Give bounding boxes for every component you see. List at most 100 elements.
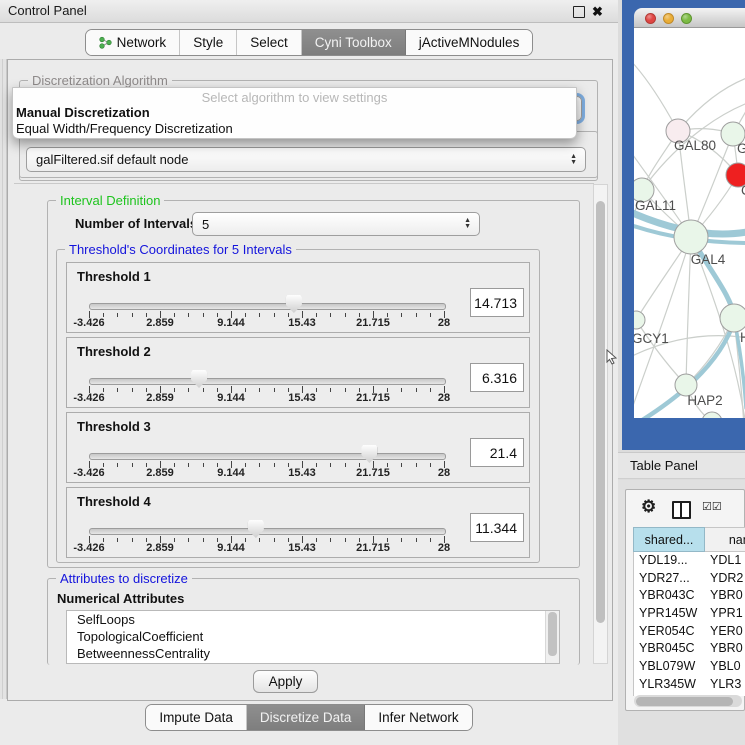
attribute-item[interactable]: BetweennessCentrality [67,645,559,662]
scrollbar-thumb[interactable] [596,201,605,623]
apply-button[interactable]: Apply [253,670,318,693]
slider-tick-label: -3.426 [73,542,104,554]
table-data-select[interactable]: galFiltered.sif default node ▲▼ [26,147,586,172]
bottom-tab-infer-network[interactable]: Infer Network [365,705,471,730]
tab-network[interactable]: Network [86,30,181,55]
table-horizontal-scrollbar[interactable] [634,695,742,707]
close-traffic-light[interactable] [645,13,656,24]
cell-shared-name[interactable]: YDL19... [639,552,688,570]
panel-grip[interactable] [0,59,7,699]
minimize-traffic-light[interactable] [663,13,674,24]
tab-label: Cyni Toolbox [315,35,392,50]
slider-tick [345,388,346,392]
slider-tick [174,463,175,467]
tab-jactivemnodules[interactable]: jActiveMNodules [406,30,533,55]
select-columns-icon[interactable]: ☑☑ [702,500,722,513]
cell-name[interactable]: YDR2 [710,570,743,588]
cell-shared-name[interactable]: YBR045C [639,640,695,658]
slider-tick [188,538,189,542]
attribute-item[interactable]: TopologicalCoefficient [67,628,559,645]
cell-shared-name[interactable]: YLR345W [639,676,696,694]
gear-icon[interactable]: ⚙ [641,497,656,517]
cell-shared-name[interactable]: YBR043C [639,587,695,605]
slider-thumb[interactable] [248,520,264,538]
slider-tick [259,313,260,317]
num-intervals-select[interactable]: 5 ▲▼ [192,212,480,236]
columns-icon[interactable] [672,501,691,519]
cell-shared-name[interactable]: YPR145W [639,605,697,623]
cell-name[interactable]: YLR3 [710,676,741,694]
slider-track[interactable] [89,453,446,460]
slider-track[interactable] [89,528,446,535]
cell-name[interactable]: YBL0 [710,658,741,676]
table-row[interactable]: YBR043C YBR0 [634,587,745,605]
table-row[interactable]: YPR145W YPR1 [634,605,745,623]
column-header-name[interactable]: name [705,527,745,552]
slider-tick [259,463,260,467]
network-node[interactable] [720,304,745,332]
cell-name[interactable]: YBR0 [710,587,743,605]
network-node[interactable] [634,311,645,329]
threshold-value-field[interactable]: 6.316 [470,363,524,392]
network-view[interactable]: GAL80GCGAL11GAL4GCY1HHAP2 [634,28,745,418]
bottom-tab-impute-data[interactable]: Impute Data [146,705,247,730]
tab-label: Impute Data [159,710,233,725]
slider-thumb[interactable] [286,295,302,313]
table-row[interactable]: YER054C YER0 [634,623,745,641]
table-row[interactable]: YDR27... YDR2 [634,570,745,588]
scrollbar-thumb[interactable] [636,697,733,706]
float-window-icon[interactable] [573,6,585,18]
cell-shared-name[interactable]: YER054C [639,623,695,641]
slider-track[interactable] [89,303,446,310]
threshold-value-field[interactable]: 21.4 [470,438,524,467]
slider-tick [401,313,402,317]
cell-name[interactable]: YDL1 [710,552,741,570]
slider-tick [274,538,275,542]
threshold-panel-4: Threshold 4-3.4262.8599.14415.4321.71528… [66,487,530,558]
cell-name[interactable]: YER0 [710,623,743,641]
slider-track[interactable] [89,378,446,385]
slider-tick [245,388,246,392]
tab-style[interactable]: Style [180,30,237,55]
attribute-item[interactable]: SelfLoops [67,611,559,628]
numerical-attributes-list[interactable]: SelfLoopsTopologicalCoefficientBetweenne… [66,610,560,664]
cell-name[interactable]: YBR0 [710,640,743,658]
table-row[interactable]: YDL19... YDL1 [634,552,745,570]
node-table-panel: ⚙ ☑☑ shared... name YDL19...YDL1YDR27...… [625,489,745,711]
slider-tick [430,388,431,392]
tab-select[interactable]: Select [237,30,302,55]
bottom-tab-discretize-data[interactable]: Discretize Data [247,705,366,730]
network-node[interactable] [674,220,708,254]
network-window-frame[interactable]: GAL80GCGAL11GAL4GCY1HHAP2 [622,0,745,450]
table-row[interactable]: YLR345W YLR3 [634,676,745,694]
cell-name[interactable]: YPR1 [710,605,743,623]
interval-definition-title: Interval Definition [56,193,164,208]
node-label: C [741,183,745,198]
table-row[interactable]: YBR045C YBR0 [634,640,745,658]
zoom-traffic-light[interactable] [681,13,692,24]
slider-tick [132,313,133,317]
column-header-shared-name[interactable]: shared... [633,527,705,552]
slider-tick [345,463,346,467]
slider-tick-label: 15.43 [288,542,316,554]
scrollbar-thumb[interactable] [548,612,557,656]
network-window-titlebar[interactable] [634,8,745,28]
slider-tick [430,463,431,467]
slider-thumb[interactable] [361,445,377,463]
cell-shared-name[interactable]: YDR27... [639,570,690,588]
table-row[interactable]: YBL079W YBL0 [634,658,745,676]
network-edge[interactable] [634,58,678,131]
panel-vertical-scrollbar[interactable] [593,184,608,664]
cell-shared-name[interactable]: YBL079W [639,658,695,676]
network-graph[interactable]: GAL80GCGAL11GAL4GCY1HHAP2 [634,28,745,418]
slider-tick [117,388,118,392]
dropdown-option-2[interactable]: Equal Width/Frequency Discretization [15,121,572,137]
close-icon[interactable]: ✖ [592,1,603,23]
threshold-value-field[interactable]: 14.713 [470,288,524,317]
threshold-value-field[interactable]: 11.344 [470,513,524,542]
slider-thumb[interactable] [191,370,207,388]
list-vertical-scrollbar[interactable] [545,611,559,663]
tab-cyni-toolbox[interactable]: Cyni Toolbox [302,30,406,55]
dropdown-option-1[interactable]: Manual Discretization [15,105,572,121]
network-node[interactable] [702,412,722,418]
